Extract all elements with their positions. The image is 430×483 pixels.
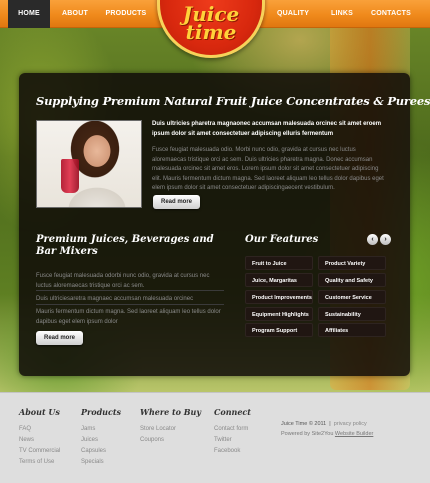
chevron-right-icon[interactable]: › <box>380 234 391 245</box>
feature-item[interactable]: Quality and Safety <box>318 273 386 287</box>
powered-text: Powered by Site2You <box>281 431 334 437</box>
premium-text-3: Mauris fermentum dictum magna. Sed laore… <box>36 309 221 325</box>
footer-link[interactable]: Contact form <box>214 426 248 432</box>
divider <box>36 290 224 291</box>
copyright: Juice Time © 2011 | privacy policy <box>281 421 367 427</box>
footer-link[interactable]: Coupons <box>140 437 164 443</box>
premium-title: Premium Juices, Beverages and Bar Mixers <box>36 234 214 257</box>
hero-intro-bold: Duis ultricies pharetra magnaonec accums… <box>152 121 382 137</box>
footer-products-title: Products <box>81 407 122 417</box>
hero-intro-text: Fusce feugiat malesuada odio. Morbi nunc… <box>152 147 384 191</box>
feature-item[interactable]: Sustainability <box>318 307 386 321</box>
footer-where-title: Where to Buy <box>140 407 202 417</box>
website-builder-link[interactable]: Website Builder <box>335 431 373 437</box>
hero-headline: Supplying Premium Natural Fruit Juice Co… <box>36 94 430 108</box>
nav-links[interactable]: LINKS <box>322 0 362 28</box>
nav-products[interactable]: PRODUCTS <box>102 0 150 28</box>
feature-item[interactable]: Program Support <box>245 323 313 337</box>
woman-drinking-juice-photo <box>36 120 142 208</box>
footer-link[interactable]: Store Locator <box>140 426 176 432</box>
nav-quality[interactable]: QUALITY <box>272 0 314 28</box>
privacy-policy-link[interactable]: privacy policy <box>334 421 367 427</box>
footer-link[interactable]: Terms of Use <box>19 459 54 465</box>
feature-item[interactable]: Fruit to Juice <box>245 256 313 270</box>
footer-link[interactable]: Juices <box>81 437 98 443</box>
nav-contacts[interactable]: CONTACTS <box>364 0 418 28</box>
footer-link[interactable]: Capsules <box>81 448 106 454</box>
premium-read-more-button[interactable]: Read more <box>36 331 84 345</box>
nav-about[interactable]: ABOUT <box>55 0 95 28</box>
features-title: Our Features <box>245 234 319 245</box>
chevron-left-icon[interactable]: ‹ <box>367 234 378 245</box>
juice-cup-graphic <box>61 159 79 193</box>
hero-read-more-button[interactable]: Read more <box>153 195 201 209</box>
nav-home[interactable]: HOME <box>8 0 50 28</box>
footer-link[interactable]: TV Commercial <box>19 448 60 454</box>
logo-line-2: time <box>185 20 237 44</box>
divider <box>36 304 224 305</box>
footer-link[interactable]: FAQ <box>19 426 31 432</box>
feature-item[interactable]: Product Improvements <box>245 290 313 304</box>
footer-link[interactable]: Jams <box>81 426 95 432</box>
footer-link[interactable]: Facebook <box>214 448 240 454</box>
feature-item[interactable]: Product Variety <box>318 256 386 270</box>
feature-item[interactable]: Customer Service <box>318 290 386 304</box>
feature-item[interactable]: Equipment Highlights <box>245 307 313 321</box>
powered-by: Powered by Site2You Website Builder <box>281 431 373 437</box>
logo-text[interactable]: Juice time <box>157 4 265 44</box>
copyright-text: Juice Time © 2011 <box>281 421 327 427</box>
footer-link[interactable]: News <box>19 437 34 443</box>
feature-item[interactable]: Juice, Margaritas <box>245 273 313 287</box>
footer-link[interactable]: Twitter <box>214 437 232 443</box>
footer-connect-title: Connect <box>214 407 251 417</box>
footer-link[interactable]: Specials <box>81 459 104 465</box>
footer-about-title: About Us <box>19 407 60 417</box>
feature-item[interactable]: Affiliates <box>318 323 386 337</box>
premium-text-1: Fusce feugiat malesuada odorbi nunc odio… <box>36 273 210 289</box>
